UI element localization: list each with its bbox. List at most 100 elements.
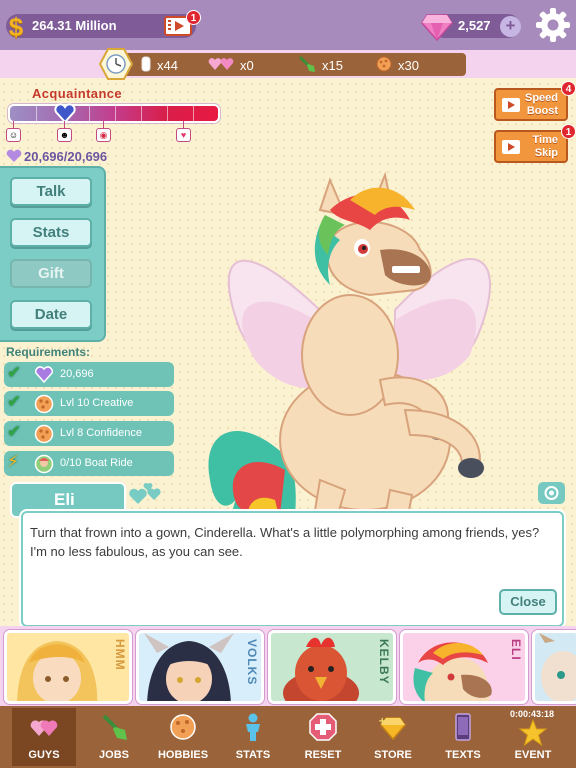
character-card-eli[interactable]: ELI [400, 630, 528, 704]
close-dialog-button[interactable]: Close [499, 589, 557, 615]
character-card-hmm[interactable]: HMM [4, 630, 132, 704]
checkmark-icon: ✔ [7, 422, 22, 441]
checkmark-icon: ✔ [7, 392, 22, 411]
ball-count: x30 [398, 57, 419, 73]
acquaintance-title: Acquaintance [32, 86, 123, 101]
token-count: x44 [157, 57, 178, 73]
video-icon [502, 98, 520, 112]
smile-icon: ☺ [6, 128, 21, 142]
requirement-row: ✔ 20,696 [4, 362, 174, 387]
ball-icon [170, 714, 196, 740]
purple-heart-icon [6, 149, 22, 162]
character-card-partial[interactable] [532, 630, 576, 704]
money-amount: 264.31 Million [32, 18, 117, 33]
nav-reset[interactable]: RESET [291, 708, 355, 766]
nav-hobbies[interactable]: HOBBIES [151, 708, 215, 766]
lightning-icon: ⚡ [7, 452, 19, 471]
requirement-text: Lvl 8 Confidence [60, 427, 142, 439]
progress-heart-icon [54, 103, 76, 124]
character-card-volks[interactable]: VOLKS [136, 630, 264, 704]
character-name: HMM [113, 639, 127, 671]
hearts-icon [30, 720, 58, 736]
grin-icon: ☻ [57, 128, 72, 142]
bar-segment [167, 106, 168, 121]
speed-boost-label: Speed Boost [524, 92, 558, 117]
character-name: KELBY [377, 639, 391, 685]
shovel-icon [102, 714, 127, 740]
kelby-rooster-portrait-icon [283, 637, 359, 701]
requirement-row: ⚡ 0/10 Boat Ride [4, 451, 174, 476]
hearts-icon [34, 366, 54, 383]
character-card-kelby[interactable]: KELBY [268, 630, 396, 704]
shovel-count: x15 [322, 57, 343, 73]
bar-segment [115, 106, 116, 121]
eli-portrait-icon [413, 642, 492, 701]
requirement-text: 20,696 [60, 368, 94, 380]
talk-button[interactable]: Talk [10, 177, 92, 206]
nav-label: STORE [374, 749, 412, 761]
ball-resource: x30 [376, 54, 419, 76]
acquaintance-value: 20,696/20,696 [24, 149, 108, 164]
star-icon [518, 718, 548, 747]
requirement-row: ✔ Lvl 10 Creative [4, 391, 174, 416]
camera-icon [544, 486, 559, 500]
date-button[interactable]: Date [10, 300, 92, 329]
nav-label: RESET [304, 749, 342, 761]
time-skip-label: Time Skip [532, 134, 558, 159]
nav-label: TEXTS [445, 749, 481, 761]
requirements-title: Requirements: [6, 345, 91, 359]
nav-stats[interactable]: STATS [221, 708, 285, 766]
stats-button[interactable]: Stats [10, 218, 92, 247]
bar-segment [193, 106, 194, 121]
diamond-icon [421, 14, 453, 41]
lips-icon: ◉ [96, 128, 111, 142]
settings-gear-icon[interactable] [534, 6, 572, 44]
time-skip-badge: 1 [561, 124, 576, 139]
token-resource: x44 [141, 54, 178, 76]
hearts-count: x0 [240, 57, 254, 73]
bar-segment [36, 106, 37, 121]
speed-boost-badge: 4 [561, 81, 576, 96]
token-icon [141, 56, 151, 75]
dollar-icon: $ [8, 12, 24, 42]
shovel-resource: x15 [298, 54, 343, 76]
next-character-portrait-icon [539, 633, 576, 701]
character-name: VOLKS [245, 639, 259, 686]
speed-boost-button[interactable]: Speed Boost [494, 88, 568, 121]
camera-button[interactable] [538, 482, 565, 504]
shovel-icon [298, 55, 316, 76]
floating-hearts-icon [129, 483, 161, 504]
dialog-text: Turn that frown into a gown, Cinderella.… [30, 525, 540, 559]
bar-segment [141, 106, 142, 121]
requirement-text: 0/10 Boat Ride [60, 457, 133, 469]
medical-cross-icon [309, 713, 337, 741]
nav-texts[interactable]: TEXTS [431, 708, 495, 766]
checkmark-icon: ✔ [7, 363, 22, 382]
video-icon [502, 140, 520, 154]
gift-button[interactable]: Gift [10, 259, 92, 288]
nav-guys[interactable]: GUYS [12, 708, 76, 766]
nav-label: HOBBIES [157, 749, 209, 761]
buy-gems-button[interactable]: + [500, 16, 521, 37]
bar-segment [89, 106, 90, 121]
event-timer: 0:00:43:18 [509, 709, 555, 719]
heart-icon: ♥ [176, 128, 191, 142]
nav-label: JOBS [99, 749, 129, 761]
money-video-badge: 1 [186, 10, 201, 25]
nav-jobs[interactable]: JOBS [82, 708, 146, 766]
gem-count: 2,527 [458, 18, 491, 33]
ball-icon [34, 424, 54, 444]
requirement-text: Lvl 10 Creative [60, 397, 134, 409]
requirement-row: ✔ Lvl 8 Confidence [4, 421, 174, 446]
phone-icon [455, 713, 471, 741]
nav-label: GUYS [28, 749, 60, 761]
volks-portrait-icon [144, 633, 234, 701]
play-icon [175, 21, 184, 31]
time-skip-button[interactable]: Time Skip [494, 130, 568, 163]
nav-store[interactable]: + STORE [361, 708, 425, 766]
ball-icon [376, 56, 392, 75]
nav-label: EVENT [514, 749, 552, 761]
hmm-portrait-icon [17, 641, 98, 701]
pink-hearts-icon [208, 57, 234, 74]
clock-icon[interactable] [99, 48, 133, 80]
